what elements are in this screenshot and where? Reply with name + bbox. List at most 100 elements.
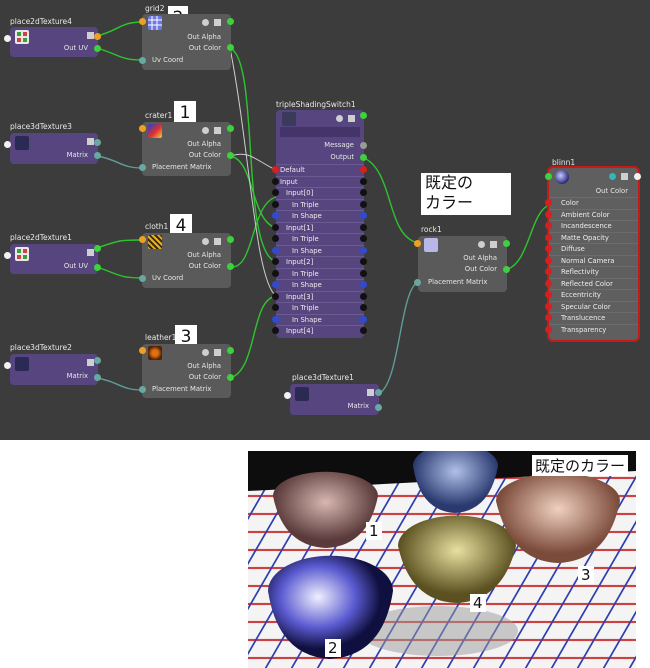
input-port[interactable] <box>139 125 146 132</box>
blinn-attribute-row[interactable]: Ambient Color <box>549 208 638 220</box>
output-color-port[interactable] <box>360 154 367 161</box>
switch-right-port[interactable] <box>360 200 367 208</box>
switch-right-port[interactable] <box>360 212 367 219</box>
switch-left-port[interactable] <box>272 327 279 334</box>
switch-right-port[interactable] <box>360 223 367 231</box>
switch-left-port[interactable] <box>272 269 279 277</box>
switch-right-port[interactable] <box>360 258 367 265</box>
switch-left-port[interactable] <box>272 212 279 219</box>
switch-row[interactable]: Input[3] <box>276 290 364 303</box>
switch-row[interactable]: Input <box>276 175 364 188</box>
out-color-port[interactable] <box>227 263 234 270</box>
blinn-input-port[interactable] <box>545 199 552 206</box>
menu-icon[interactable] <box>214 238 221 245</box>
placement-matrix-port[interactable] <box>139 386 146 393</box>
uv-coord-port[interactable] <box>139 275 146 282</box>
toggle-icon[interactable] <box>202 19 209 26</box>
switch-left-port[interactable] <box>272 292 279 300</box>
blinn-attribute-row[interactable]: Translucence <box>549 312 638 323</box>
output-port[interactable] <box>94 139 101 146</box>
switch-row[interactable]: In Triple <box>276 267 364 280</box>
matrix-port[interactable] <box>94 152 101 159</box>
output-port[interactable] <box>360 112 367 119</box>
switch-row[interactable]: Input[0] <box>276 187 364 199</box>
placement-matrix-port[interactable] <box>139 164 146 171</box>
input-port[interactable] <box>414 240 421 247</box>
toggle-icon[interactable] <box>478 241 485 248</box>
blinn-attribute-row[interactable]: Incandescence <box>549 220 638 231</box>
switch-row[interactable]: In Shape <box>276 313 364 326</box>
out-color-port[interactable] <box>227 152 234 159</box>
output-port[interactable] <box>634 173 641 180</box>
leather1-node[interactable]: Out Alpha Out Color Placement Matrix <box>142 344 231 398</box>
menu-icon[interactable] <box>367 389 374 396</box>
toggle-icon[interactable] <box>336 115 343 122</box>
hypershade-graph[interactable]: place2dTexture4 Out UV grid2 2 Out Alpha… <box>0 0 650 440</box>
placement-matrix-port[interactable] <box>414 279 421 286</box>
switch-right-port[interactable] <box>360 189 367 196</box>
uv-coord-port[interactable] <box>139 57 146 64</box>
switch-right-port[interactable] <box>360 304 367 311</box>
output-port[interactable] <box>94 245 101 252</box>
input-port[interactable] <box>284 392 291 399</box>
switch-left-port[interactable] <box>272 166 279 173</box>
switch-row[interactable]: Input[1] <box>276 221 364 234</box>
blinn-input-port[interactable] <box>545 245 552 252</box>
input-port[interactable] <box>545 173 552 180</box>
switch-left-port[interactable] <box>272 281 279 288</box>
switch-left-port[interactable] <box>272 189 279 196</box>
switch-right-port[interactable] <box>360 315 367 323</box>
switch-right-port[interactable] <box>360 235 367 242</box>
menu-icon[interactable] <box>621 173 628 180</box>
input-port[interactable] <box>4 362 11 369</box>
out-uv-port[interactable] <box>94 45 101 52</box>
switch-row[interactable]: In Shape <box>276 210 364 222</box>
blinn-input-port[interactable] <box>545 210 552 218</box>
blinn-attribute-row[interactable]: Eccentricity <box>549 289 638 300</box>
output-port[interactable] <box>227 125 234 132</box>
switch-left-port[interactable] <box>272 200 279 208</box>
blinn-input-port[interactable] <box>545 279 552 287</box>
place3dTexture3-node[interactable]: Matrix <box>10 133 98 164</box>
tripleShadingSwitch1-node[interactable]: Message Output Default Input Input[0] In Tr… <box>276 110 364 338</box>
switch-row[interactable]: Input[4] <box>276 325 364 337</box>
blinn-attribute-row[interactable]: Reflectivity <box>549 266 638 277</box>
switch-right-port[interactable] <box>360 269 367 277</box>
blinn-attribute-row[interactable]: Diffuse <box>549 243 638 254</box>
switch-right-port[interactable] <box>360 177 367 185</box>
blinn-input-port[interactable] <box>545 325 552 333</box>
switch-right-port[interactable] <box>360 281 367 288</box>
input-port[interactable] <box>4 35 11 42</box>
matrix-port[interactable] <box>375 404 382 411</box>
switch-left-port[interactable] <box>272 223 279 231</box>
out-color-port[interactable] <box>503 266 510 273</box>
cloth1-node[interactable]: Out Alpha Out Color Uv Coord <box>142 233 231 288</box>
blinn-input-port[interactable] <box>545 291 552 298</box>
switch-row[interactable]: Input[2] <box>276 256 364 268</box>
switch-right-port[interactable] <box>360 327 367 334</box>
message-port[interactable] <box>360 142 367 149</box>
output-port[interactable] <box>227 18 234 25</box>
place3dTexture2-node[interactable]: Matrix <box>10 354 98 385</box>
grid2-node[interactable]: Out Alpha Out Color Uv Coord <box>142 14 231 70</box>
blinn-input-port[interactable] <box>545 222 552 229</box>
matrix-port[interactable] <box>94 374 101 381</box>
blinn-attribute-row[interactable]: Normal Camera <box>549 254 638 266</box>
switch-row[interactable]: In Triple <box>276 198 364 211</box>
blinn-attribute-row[interactable]: Reflected Color <box>549 277 638 289</box>
blinn-input-port[interactable] <box>545 302 552 310</box>
output-port[interactable] <box>94 357 101 364</box>
switch-right-port[interactable] <box>360 166 367 173</box>
menu-icon[interactable] <box>214 19 221 26</box>
input-port[interactable] <box>4 252 11 259</box>
switch-left-port[interactable] <box>272 315 279 323</box>
rock1-node[interactable]: Out Alpha Out Color Placement Matrix <box>418 236 507 292</box>
place2dTexture1-node[interactable]: Out UV <box>10 244 98 274</box>
toggle-icon[interactable] <box>202 238 209 245</box>
toggle-icon[interactable] <box>202 127 209 134</box>
crater1-node[interactable]: Out Alpha Out Color Placement Matrix <box>142 122 231 176</box>
switch-left-port[interactable] <box>272 235 279 242</box>
input-port[interactable] <box>139 18 146 25</box>
blinn-input-port[interactable] <box>545 268 552 275</box>
input-port[interactable] <box>139 347 146 354</box>
